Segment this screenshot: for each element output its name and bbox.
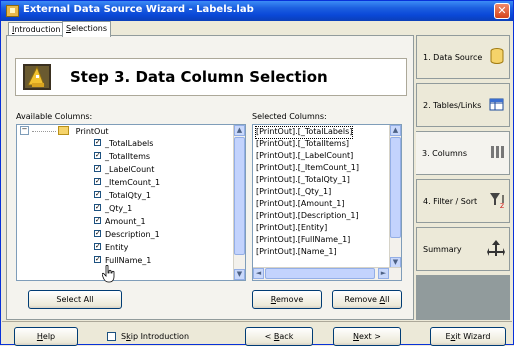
- available-column-label: _TotalQty_1: [105, 191, 151, 200]
- available-column-item[interactable]: ✓ Amount_1: [94, 217, 146, 228]
- available-column-item[interactable]: ✓ _Qty_1: [94, 204, 132, 215]
- skip-introduction-label[interactable]: Skip Introduction: [121, 332, 189, 341]
- selections-panel: Step 3. Data Column Selection Available …: [6, 35, 414, 320]
- nav-summary[interactable]: Summary: [416, 227, 510, 271]
- available-column-label: FullName_1: [105, 256, 152, 265]
- wizard-window: External Data Source Wizard - Labels.lab…: [0, 0, 514, 346]
- available-column-item[interactable]: ✓ _LabelCount: [94, 165, 154, 176]
- wizard-content: Introduction Selections Step 3. Data Col…: [2, 21, 512, 346]
- column-checkbox[interactable]: ✓: [94, 152, 101, 159]
- available-column-label: _TotalLabels: [105, 139, 154, 148]
- scroll-thumb[interactable]: [390, 137, 401, 238]
- selected-hscrollbar[interactable]: ◄ ►: [253, 267, 401, 280]
- available-column-item[interactable]: ✓ _ItemCount_1: [94, 178, 160, 189]
- available-column-item[interactable]: ✓ _TotalQty_1: [94, 191, 151, 202]
- selected-columns-label: Selected Columns:: [252, 112, 327, 121]
- remove-button[interactable]: Remove: [252, 290, 322, 309]
- column-checkbox[interactable]: ✓: [94, 178, 101, 185]
- available-columns-label: Available Columns:: [16, 112, 93, 121]
- summary-icon: [487, 240, 505, 256]
- wizard-footer: Help Skip Introduction < Back Next > Exi…: [2, 321, 512, 346]
- folder-icon: [58, 126, 70, 135]
- available-column-label: _LabelCount: [105, 165, 155, 174]
- nav-filler: [416, 275, 510, 320]
- selected-column-item[interactable]: [PrintOut].[Description_1]: [256, 211, 359, 222]
- title-bar[interactable]: External Data Source Wizard - Labels.lab…: [1, 1, 513, 21]
- skip-introduction-checkbox[interactable]: [107, 332, 116, 341]
- scroll-left-button[interactable]: ◄: [253, 268, 264, 279]
- column-checkbox[interactable]: ✓: [94, 165, 101, 172]
- column-checkbox[interactable]: ✓: [94, 256, 101, 263]
- tree-root-label: PrintOut: [75, 127, 109, 136]
- columns-icon: [491, 146, 504, 158]
- scroll-up-button[interactable]: ▲: [390, 125, 401, 136]
- database-icon: [490, 48, 504, 64]
- scroll-thumb[interactable]: [234, 137, 245, 255]
- help-button[interactable]: Help: [14, 327, 78, 346]
- tab-selections[interactable]: Selections: [62, 21, 112, 37]
- nav-filter-sort[interactable]: 4. Filter / Sort Z: [416, 179, 510, 223]
- available-column-label: _Qty_1: [105, 204, 133, 213]
- selected-column-item[interactable]: [PrintOut].[_ItemCount_1]: [256, 163, 359, 174]
- available-column-item[interactable]: ✓ Description_1: [94, 230, 160, 241]
- available-column-item[interactable]: ✓ _TotalLabels: [94, 139, 153, 150]
- svg-text:Z: Z: [500, 203, 504, 209]
- available-column-label: Amount_1: [105, 217, 146, 226]
- column-checkbox[interactable]: ✓: [94, 217, 101, 224]
- available-column-label: _TotalItems: [105, 152, 151, 161]
- selected-columns-list[interactable]: [PrintOut].[_TotalLabels] [PrintOut].[_To…: [252, 124, 402, 281]
- mouse-pointer-icon: [102, 265, 115, 283]
- close-button[interactable]: ✕: [494, 3, 510, 19]
- column-checkbox[interactable]: ✓: [94, 139, 101, 146]
- filter-sort-icon: Z: [490, 193, 504, 209]
- available-column-label: Description_1: [105, 230, 160, 239]
- available-column-item[interactable]: ✓ _TotalItems: [94, 152, 150, 163]
- column-checkbox[interactable]: ✓: [94, 204, 101, 211]
- selected-column-item[interactable]: [PrintOut].[Entity]: [256, 223, 327, 234]
- column-checkbox[interactable]: ✓: [94, 191, 101, 198]
- nav-data-source[interactable]: 1. Data Source: [416, 35, 510, 79]
- available-column-label: Entity: [105, 243, 129, 252]
- back-button[interactable]: < Back: [245, 327, 313, 346]
- available-column-label: _ItemCount_1: [105, 178, 161, 187]
- selected-column-item[interactable]: [PrintOut].[Amount_1]: [256, 199, 344, 210]
- step-title: Step 3. Data Column Selection: [70, 68, 328, 86]
- selected-column-item[interactable]: [PrintOut].[_TotalQty_1]: [256, 175, 350, 186]
- selected-vscrollbar[interactable]: ▲ ▼: [389, 125, 401, 268]
- remove-all-button[interactable]: Remove All: [332, 290, 402, 309]
- next-button[interactable]: Next >: [333, 327, 401, 346]
- select-all-button[interactable]: Select All: [28, 290, 122, 309]
- wizard-hat-icon: [23, 64, 51, 90]
- selected-column-item[interactable]: [PrintOut].[_LabelCount]: [256, 151, 353, 162]
- selected-column-item[interactable]: [PrintOut].[_TotalLabels]: [254, 126, 354, 139]
- available-columns-tree[interactable]: − PrintOut ✓ _TotalLabels ✓ _TotalItems ✓ _La…: [16, 124, 246, 281]
- hscroll-thumb[interactable]: [265, 268, 375, 279]
- app-icon: [6, 5, 19, 17]
- scroll-right-button[interactable]: ►: [378, 268, 389, 279]
- column-checkbox[interactable]: ✓: [94, 243, 101, 250]
- collapse-icon[interactable]: −: [20, 126, 29, 135]
- nav-tables-links[interactable]: 2. Tables/Links: [416, 83, 510, 127]
- selected-column-item[interactable]: [PrintOut].[_Qty_1]: [256, 187, 331, 198]
- available-column-item[interactable]: ✓ Entity: [94, 243, 128, 254]
- nav-columns[interactable]: 3. Columns: [416, 131, 510, 175]
- selected-column-item[interactable]: [PrintOut].[FullName_1]: [256, 235, 350, 246]
- selected-column-item[interactable]: [PrintOut].[Name_1]: [256, 247, 337, 258]
- scroll-up-button[interactable]: ▲: [234, 125, 245, 136]
- window-title: External Data Source Wizard - Labels.lab: [23, 4, 254, 15]
- column-checkbox[interactable]: ✓: [94, 230, 101, 237]
- available-scrollbar[interactable]: ▲ ▼: [233, 125, 245, 280]
- tree-root-item[interactable]: − PrintOut: [20, 126, 109, 138]
- table-link-icon: [489, 98, 504, 111]
- wizard-steps-nav: 1. Data Source 2. Tables/Links 3. Column…: [416, 35, 510, 320]
- scroll-down-button[interactable]: ▼: [234, 269, 245, 280]
- step-header: Step 3. Data Column Selection: [15, 58, 407, 96]
- selected-column-item[interactable]: [PrintOut].[_TotalItems]: [256, 139, 349, 150]
- exit-wizard-button[interactable]: Exit Wizard: [430, 327, 506, 346]
